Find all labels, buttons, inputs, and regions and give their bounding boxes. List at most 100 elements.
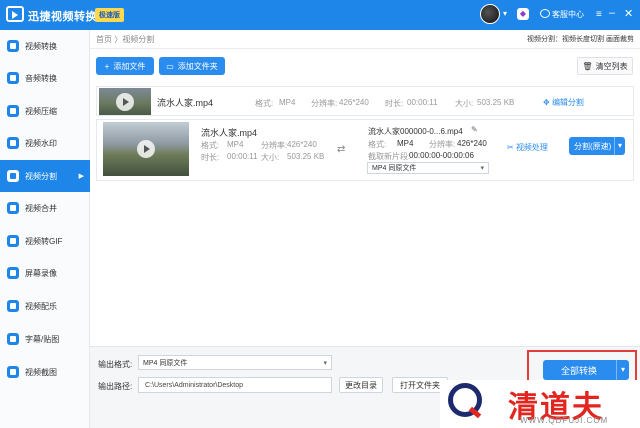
source-file-name: 流水人家.mp4 <box>201 128 258 138</box>
sidebar-item-split[interactable]: 视频分割 ▶ <box>0 160 90 192</box>
duration-label: 时长: <box>385 99 404 108</box>
format-value: MP4 <box>227 140 244 149</box>
sidebar-item-watermark[interactable]: 视频水印 <box>0 127 90 159</box>
screen-record-icon <box>7 267 19 279</box>
video-thumbnail[interactable] <box>99 88 151 115</box>
play-icon <box>116 92 134 111</box>
output-resolution-value: 426*240 <box>457 139 487 148</box>
format-label: 格式: <box>201 141 220 150</box>
edit-split-label: 编辑分割 <box>551 98 584 107</box>
watermark-icon <box>7 137 19 149</box>
divider <box>90 48 640 49</box>
sidebar-item-label: 字幕/贴图 <box>25 334 60 344</box>
file-row-summary: 流水人家.mp4 格式: MP4 分辨率: 426*240 时长: 00:00:… <box>96 86 634 116</box>
customer-service-link[interactable]: 客服中心 <box>552 9 584 20</box>
format-label: 格式: <box>255 99 274 108</box>
sidebar-item-label: 视频水印 <box>25 138 57 148</box>
resolution-value: 426*240 <box>339 98 369 107</box>
add-folder-label: 添加文件夹 <box>177 61 218 71</box>
output-format-dropdown[interactable]: MP4 同原文件 ▾ <box>138 355 332 370</box>
video-thumbnail[interactable] <box>103 122 189 176</box>
sidebar: 视频转换 音频转换 视频压缩 视频水印 视频分割 ▶ 视频合并 视频转GIF 屏幕… <box>0 30 90 428</box>
sidebar-item-audio-convert[interactable]: 音频转换 <box>0 62 90 94</box>
clear-list-label: 清空列表 <box>595 61 628 71</box>
size-label: 大小: <box>455 99 474 108</box>
watermark-url: WWW.QDFUJI.COM <box>520 416 609 425</box>
gif-icon <box>7 235 19 247</box>
sidebar-item-label: 视频截图 <box>25 367 57 377</box>
output-format-value: MP4 <box>397 139 414 148</box>
video-process-button[interactable]: ✂ 视频处理 <box>507 142 548 153</box>
format-select-value: MP4 同原文件 <box>372 165 417 172</box>
output-file-name: 流水人家000000-0...6.mp4 <box>368 127 463 136</box>
size-value: 503.25 KB <box>477 98 515 107</box>
file-name: 流水人家.mp4 <box>157 98 214 108</box>
sidebar-item-screenshot[interactable]: 视频截图 <box>0 356 90 388</box>
split-button[interactable]: 分割(原速) ▾ <box>569 137 625 155</box>
output-format-dropdown-value: MP4 同原文件 <box>143 359 188 367</box>
output-path-label: 输出路径: <box>98 382 133 391</box>
video-process-label: 视频处理 <box>515 143 548 152</box>
chevron-down-icon: ▾ <box>323 359 327 367</box>
output-format-label: 输出格式: <box>98 360 133 369</box>
sidebar-item-video-compress[interactable]: 视频压缩 <box>0 95 90 127</box>
add-folder-button[interactable]: ▭ 添加文件夹 <box>159 57 225 75</box>
title-bar: 迅捷视频转换器 极速版 ▾ ◆ 客服中心 ≡ – ✕ <box>0 0 640 30</box>
edit-split-button[interactable]: ✥ 编辑分割 <box>543 97 584 108</box>
convert-all-button[interactable]: 全部转换 ▾ <box>543 360 629 380</box>
output-format-label: 格式: <box>368 140 387 149</box>
duration-value: 00:00:11 <box>227 152 258 161</box>
duration-value: 00:00:11 <box>407 98 438 107</box>
duration-label: 时长: <box>201 153 220 162</box>
shuffle-arrow-icon: ⇄ <box>337 144 346 155</box>
rename-pencil-icon[interactable]: ✎ <box>471 125 478 134</box>
close-button[interactable]: ✕ <box>624 7 633 20</box>
split-icon <box>7 170 19 182</box>
sidebar-item-gif[interactable]: 视频转GIF <box>0 225 90 257</box>
sidebar-item-label: 音频转换 <box>25 73 57 83</box>
add-file-button[interactable]: + 添加文件 <box>96 57 154 75</box>
resolution-label: 分辨率: <box>311 99 338 108</box>
screenshot-icon <box>7 366 19 378</box>
output-format-select[interactable]: MP4 同原文件 ▾ <box>367 162 489 174</box>
change-directory-button[interactable]: 更改目录 <box>339 377 383 393</box>
sidebar-item-label: 视频压缩 <box>25 106 57 116</box>
output-path-input[interactable]: C:\Users\Administrator\Desktop <box>138 377 332 393</box>
clip-range-label: 截取新片段: <box>368 152 411 161</box>
chevron-down-icon: ▾ <box>480 165 484 172</box>
convert-dropdown-icon[interactable]: ▾ <box>616 360 629 380</box>
sidebar-item-label: 视频分割 <box>25 171 57 181</box>
plus-icon: + <box>104 61 110 71</box>
avatar[interactable] <box>480 4 500 24</box>
sidebar-item-label: 屏幕录像 <box>25 268 57 278</box>
folder-icon: ▭ <box>166 61 174 71</box>
video-convert-icon <box>7 40 19 52</box>
account-dropdown-icon[interactable]: ▾ <box>503 9 507 18</box>
play-icon <box>137 140 155 158</box>
sidebar-item-subtitle[interactable]: 字幕/贴图 <box>0 323 90 355</box>
sidebar-item-merge[interactable]: 视频合并 <box>0 192 90 224</box>
minimize-button[interactable]: – <box>609 7 615 19</box>
sidebar-item-label: 视频合并 <box>25 203 57 213</box>
chevron-right-icon: ▶ <box>78 173 84 180</box>
vip-icon[interactable]: ◆ <box>517 8 529 20</box>
trash-icon: 🗑 <box>582 61 593 71</box>
sidebar-item-video-convert[interactable]: 视频转换 <box>0 30 90 62</box>
file-row-detail: 流水人家.mp4 格式: MP4 分辨率: 426*240 时长: 00:00:… <box>96 119 634 181</box>
customer-service-icon[interactable] <box>540 9 550 18</box>
edition-badge: 极速版 <box>95 8 124 22</box>
clear-list-button[interactable]: 🗑 清空列表 <box>577 57 633 75</box>
sidebar-item-screen-record[interactable]: 屏幕录像 <box>0 257 90 289</box>
resolution-label: 分辨率: <box>261 141 288 150</box>
size-value: 503.25 KB <box>287 152 325 161</box>
audio-convert-icon <box>7 72 19 84</box>
sidebar-item-music[interactable]: 视频配乐 <box>0 290 90 322</box>
convert-all-label: 全部转换 <box>561 365 598 376</box>
breadcrumb[interactable]: 首页 〉视频分割 <box>96 34 154 45</box>
video-compress-icon <box>7 105 19 117</box>
sidebar-item-label: 视频转换 <box>25 41 57 51</box>
sidebar-item-label: 视频配乐 <box>25 301 57 311</box>
output-resolution-label: 分辨率: <box>429 140 456 149</box>
menu-icon[interactable]: ≡ <box>596 9 602 20</box>
split-dropdown-icon[interactable]: ▾ <box>614 137 625 155</box>
